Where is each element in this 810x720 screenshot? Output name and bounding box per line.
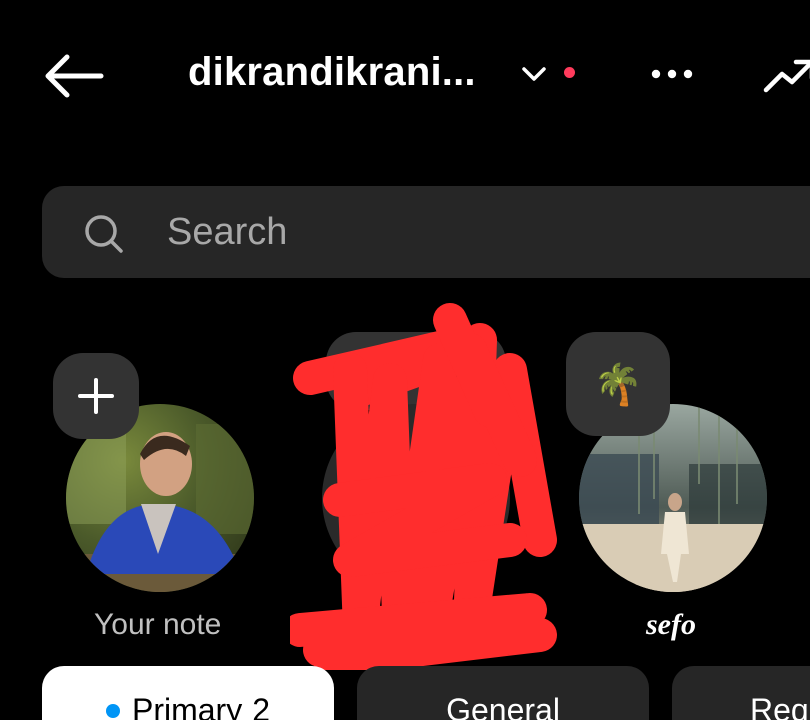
- back-button[interactable]: [36, 44, 112, 108]
- chevron-down-icon: [522, 67, 546, 81]
- header: dikrandikrani...: [0, 0, 810, 150]
- note-label: sefo: [646, 608, 696, 641]
- note-label: Your note: [94, 608, 222, 641]
- more-options-button[interactable]: [644, 56, 700, 92]
- search-input[interactable]: [167, 208, 767, 256]
- unread-dot: [105, 704, 120, 718]
- insights-button[interactable]: [760, 50, 810, 98]
- search-icon: [85, 215, 123, 253]
- more-horizontal-icon: [651, 69, 693, 79]
- messages-screen: dikrandikrani... Search Your note 🌴 sefo…: [0, 0, 810, 720]
- tab-label: Requ: [750, 692, 810, 720]
- trend-up-icon: [763, 59, 810, 93]
- tab-count: 2: [252, 692, 270, 720]
- account-username[interactable]: dikrandikrani...: [188, 50, 476, 95]
- note-bubble[interactable]: 🌴: [566, 332, 670, 436]
- plus-icon: [78, 378, 114, 414]
- redaction-scribble: [290, 303, 557, 670]
- add-note-bubble[interactable]: [53, 353, 139, 439]
- tab-label: General: [446, 692, 560, 720]
- tab-requests[interactable]: Requ: [672, 666, 810, 720]
- unread-indicator: [564, 67, 575, 78]
- search-bar[interactable]: [42, 186, 810, 278]
- account-switch-button[interactable]: [514, 56, 554, 92]
- palm-tree-emoji: 🌴: [593, 361, 643, 408]
- tab-primary[interactable]: Primary 2: [42, 666, 334, 720]
- tab-label: Primary: [131, 692, 243, 720]
- arrow-left-icon: [45, 54, 104, 98]
- tab-general[interactable]: General: [357, 666, 649, 720]
